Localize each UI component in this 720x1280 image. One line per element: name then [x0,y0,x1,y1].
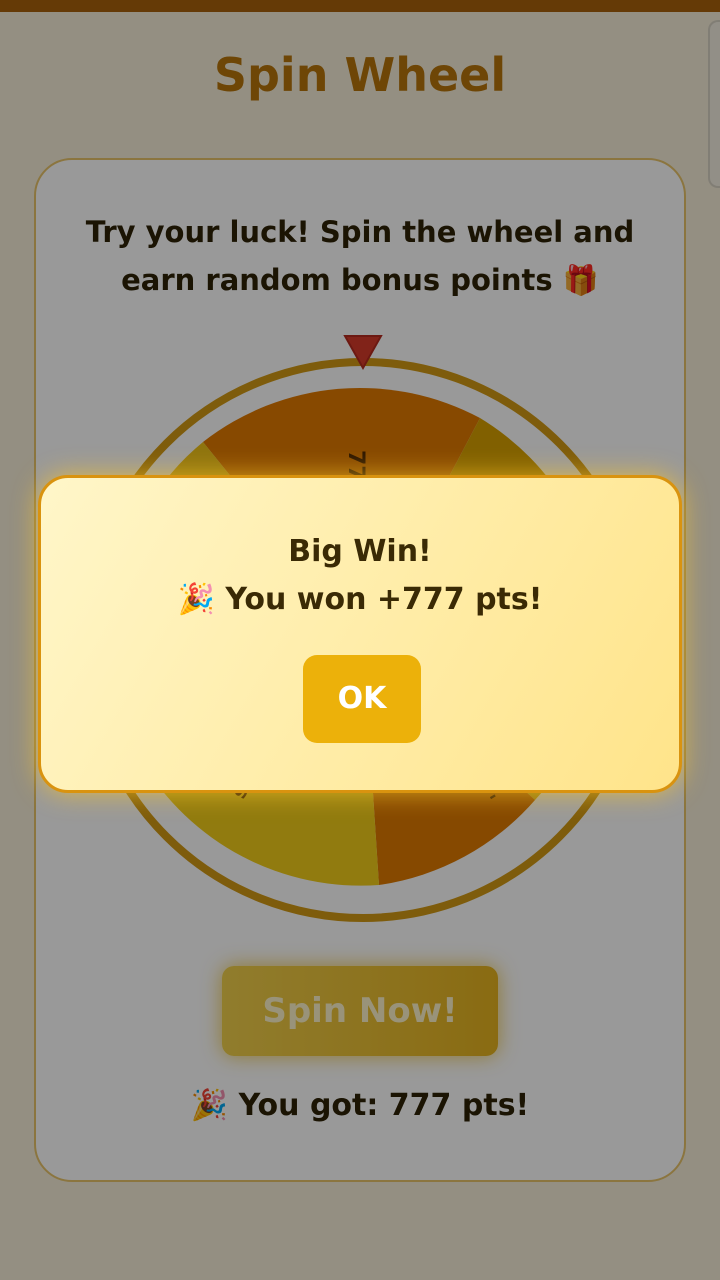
party-popper-icon: 🎉 [177,582,215,617]
modal-message-text: You won +777 pts! [225,582,543,617]
modal-message: 🎉 You won +777 pts! [41,582,679,617]
win-modal: Big Win! 🎉 You won +777 pts! OK [38,475,682,793]
modal-title: Big Win! [288,534,432,569]
ok-button[interactable]: OK [303,655,421,743]
